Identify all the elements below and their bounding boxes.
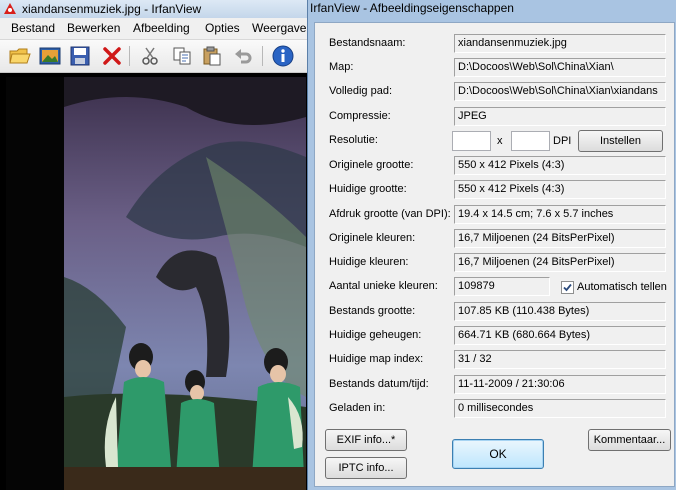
paste-icon[interactable] <box>200 44 224 68</box>
unique-colors-value: 109879 <box>454 277 550 296</box>
auto-count-label[interactable]: Automatisch tellen <box>577 281 667 293</box>
slideshow-icon[interactable] <box>38 44 62 68</box>
print-size-value: 19.4 x 14.5 cm; 7.6 x 5.7 inches <box>454 205 666 224</box>
main-window-title: xiandansenmuziek.jpg - IrfanView <box>22 2 202 16</box>
original-colors-value: 16,7 Miljoenen (24 BitsPerPixel) <box>454 229 666 248</box>
file-datetime-label: Bestands datum/tijd: <box>329 378 429 390</box>
checkmark-icon <box>563 283 572 292</box>
current-colors-value: 16,7 Miljoenen (24 BitsPerPixel) <box>454 253 666 272</box>
menu-bestand[interactable]: Bestand <box>11 21 55 35</box>
image-properties-dialog: IrfanView - Afbeeldingseigenschappen Bes… <box>307 0 676 490</box>
full-path-value: D:\Docoos\Web\Sol\China\Xian\xiandans <box>454 82 666 101</box>
compression-label: Compressie: <box>329 110 391 122</box>
unique-colors-label: Aantal unieke kleuren: <box>329 280 438 292</box>
file-size-value: 107.85 KB (110.438 Bytes) <box>454 302 666 321</box>
full-path-label: Volledig pad: <box>329 85 392 97</box>
loaded-in-value: 0 millisecondes <box>454 399 666 418</box>
original-colors-label: Originele kleuren: <box>329 232 416 244</box>
resolution-label: Resolutie: <box>329 134 378 146</box>
toolbar-separator <box>262 46 263 66</box>
exif-info-button[interactable]: EXIF info...* <box>325 429 407 451</box>
compression-value: JPEG <box>454 107 666 126</box>
filename-label: Bestandsnaam: <box>329 37 406 49</box>
irfanview-app-icon <box>4 3 16 14</box>
toolbar-separator <box>129 46 130 66</box>
save-icon[interactable] <box>68 44 92 68</box>
menu-bewerken[interactable]: Bewerken <box>67 21 120 35</box>
iptc-info-button[interactable]: IPTC info... <box>325 457 407 479</box>
copy-icon[interactable] <box>170 44 194 68</box>
original-size-value: 550 x 412 Pixels (4:3) <box>454 156 666 175</box>
image-view-area <box>0 73 310 490</box>
filename-value: xiandansenmuziek.jpg <box>454 34 666 53</box>
comment-button[interactable]: Kommentaar... <box>588 429 671 451</box>
menu-afbeelding[interactable]: Afbeelding <box>133 21 190 35</box>
current-size-label: Huidige grootte: <box>329 183 407 195</box>
info-icon[interactable] <box>271 44 295 68</box>
ok-button[interactable]: OK <box>452 439 544 469</box>
auto-count-checkbox[interactable] <box>561 281 574 294</box>
current-colors-label: Huidige kleuren: <box>329 256 409 268</box>
menu-weergave[interactable]: Weergave <box>252 21 306 35</box>
set-resolution-button[interactable]: Instellen <box>578 130 663 152</box>
undo-icon[interactable] <box>231 44 255 68</box>
dialog-title: IrfanView - Afbeeldingseigenschappen <box>310 1 514 15</box>
folder-value: D:\Docoos\Web\Sol\China\Xian\ <box>454 58 666 77</box>
folder-index-label: Huidige map index: <box>329 353 424 365</box>
delete-icon[interactable] <box>100 44 124 68</box>
resolution-separator: x <box>497 135 503 147</box>
dialog-title-bar: IrfanView - Afbeeldingseigenschappen <box>308 0 676 20</box>
print-size-label: Afdruk grootte (van DPI): <box>329 208 451 220</box>
folder-index-value: 31 / 32 <box>454 350 666 369</box>
folder-label: Map: <box>329 61 354 73</box>
resolution-y-input[interactable] <box>511 131 550 151</box>
resolution-unit: DPI <box>553 135 572 147</box>
memory-value: 664.71 KB (680.664 Bytes) <box>454 326 666 345</box>
dialog-body: Bestandsnaam: xiandansenmuziek.jpg Map: … <box>314 22 675 487</box>
file-size-label: Bestands grootte: <box>329 305 416 317</box>
menu-opties[interactable]: Opties <box>205 21 240 35</box>
resolution-x-input[interactable] <box>452 131 491 151</box>
dancers-photo <box>6 77 306 490</box>
cut-icon[interactable] <box>138 44 162 68</box>
loaded-in-label: Geladen in: <box>329 402 386 414</box>
memory-label: Huidige geheugen: <box>329 329 422 341</box>
file-datetime-value: 11-11-2009 / 21:30:06 <box>454 375 666 394</box>
current-size-value: 550 x 412 Pixels (4:3) <box>454 180 666 199</box>
original-size-label: Originele grootte: <box>329 159 414 171</box>
open-folder-icon[interactable] <box>8 44 32 68</box>
